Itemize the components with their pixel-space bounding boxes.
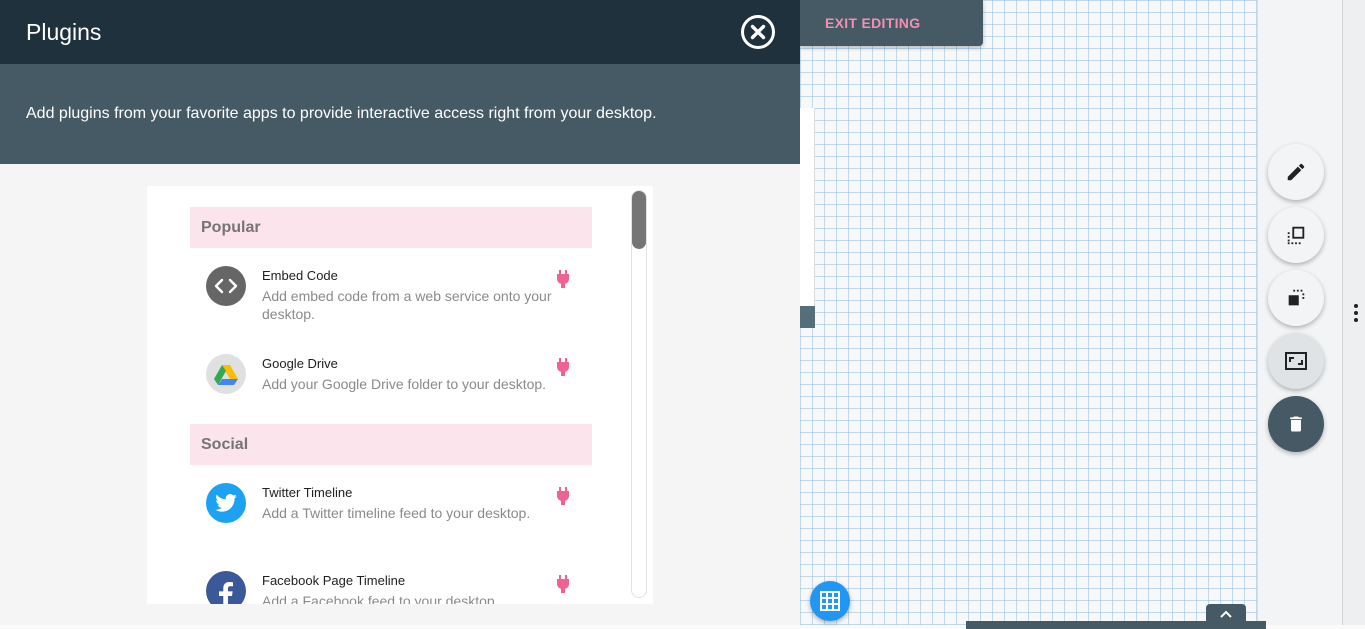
facebook-icon [206, 571, 246, 604]
panel-subheader: Add plugins from your favorite apps to p… [0, 64, 800, 164]
canvas-widget-footer [800, 306, 815, 328]
grid-icon [820, 591, 840, 611]
code-icon [206, 266, 246, 306]
close-icon[interactable] [740, 14, 776, 50]
panel-title: Plugins [26, 18, 102, 45]
plugin-description: Add your Google Drive folder to your des… [262, 376, 547, 392]
chevron-up-icon [1220, 610, 1232, 618]
aspect-ratio-button[interactable] [1268, 333, 1324, 389]
google-drive-icon [206, 354, 246, 394]
panel-description: Add plugins from your favorite apps to p… [26, 105, 657, 122]
plug-icon[interactable] [555, 486, 571, 506]
plugin-description: Add embed code from a web service onto y… [262, 288, 552, 322]
dock-expand-button[interactable] [1206, 604, 1246, 624]
plugin-list[interactable]: Popular Embed Code Add embed code from a… [147, 186, 653, 604]
aspect-ratio-icon [1285, 352, 1307, 370]
plugin-description: Add a Facebook feed to your desktop. [262, 593, 499, 604]
more-options-icon[interactable] [1353, 304, 1359, 322]
bring-front-icon [1287, 226, 1305, 245]
exit-editing-button[interactable]: EXIT EDITING [825, 15, 920, 31]
panel-header: Plugins [0, 0, 800, 64]
edit-button[interactable] [1268, 144, 1324, 200]
bring-to-front-button[interactable] [1268, 207, 1324, 263]
desktop-canvas[interactable] [800, 0, 1258, 625]
plugin-title: Twitter Timeline [262, 485, 353, 500]
pencil-icon [1287, 163, 1305, 181]
section-header-popular: Popular [190, 207, 592, 248]
plug-icon[interactable] [555, 269, 571, 289]
plugin-title: Facebook Page Timeline [262, 573, 406, 588]
plugin-title: Embed Code [262, 268, 338, 283]
send-back-icon [1288, 289, 1305, 306]
plugin-item-google-drive[interactable]: Google Drive Add your Google Drive folde… [190, 336, 592, 416]
trash-icon [1290, 416, 1302, 432]
scrollbar-thumb[interactable] [632, 191, 646, 249]
plugins-panel: Plugins Add plugins from your favorite a… [0, 0, 800, 625]
plug-icon[interactable] [555, 574, 571, 594]
twitter-icon [206, 483, 246, 523]
send-to-back-button[interactable] [1268, 270, 1324, 326]
plugin-title: Google Drive [262, 356, 338, 371]
plug-icon[interactable] [555, 357, 571, 377]
plugin-item-facebook-page-timeline[interactable]: Facebook Page Timeline Add a Facebook fe… [190, 553, 592, 604]
plugin-item-embed-code[interactable]: Embed Code Add embed code from a web ser… [190, 248, 592, 328]
grid-toggle-button[interactable] [810, 581, 850, 621]
canvas-widget[interactable] [800, 108, 815, 328]
plugin-item-twitter-timeline[interactable]: Twitter Timeline Add a Twitter timeline … [190, 465, 592, 545]
plugin-description: Add a Twitter timeline feed to your desk… [262, 505, 531, 521]
delete-button[interactable] [1268, 396, 1324, 452]
section-header-social: Social [190, 424, 592, 465]
scrollbar-track[interactable] [631, 190, 647, 598]
edit-toolbar: EXIT EDITING [800, 0, 983, 46]
